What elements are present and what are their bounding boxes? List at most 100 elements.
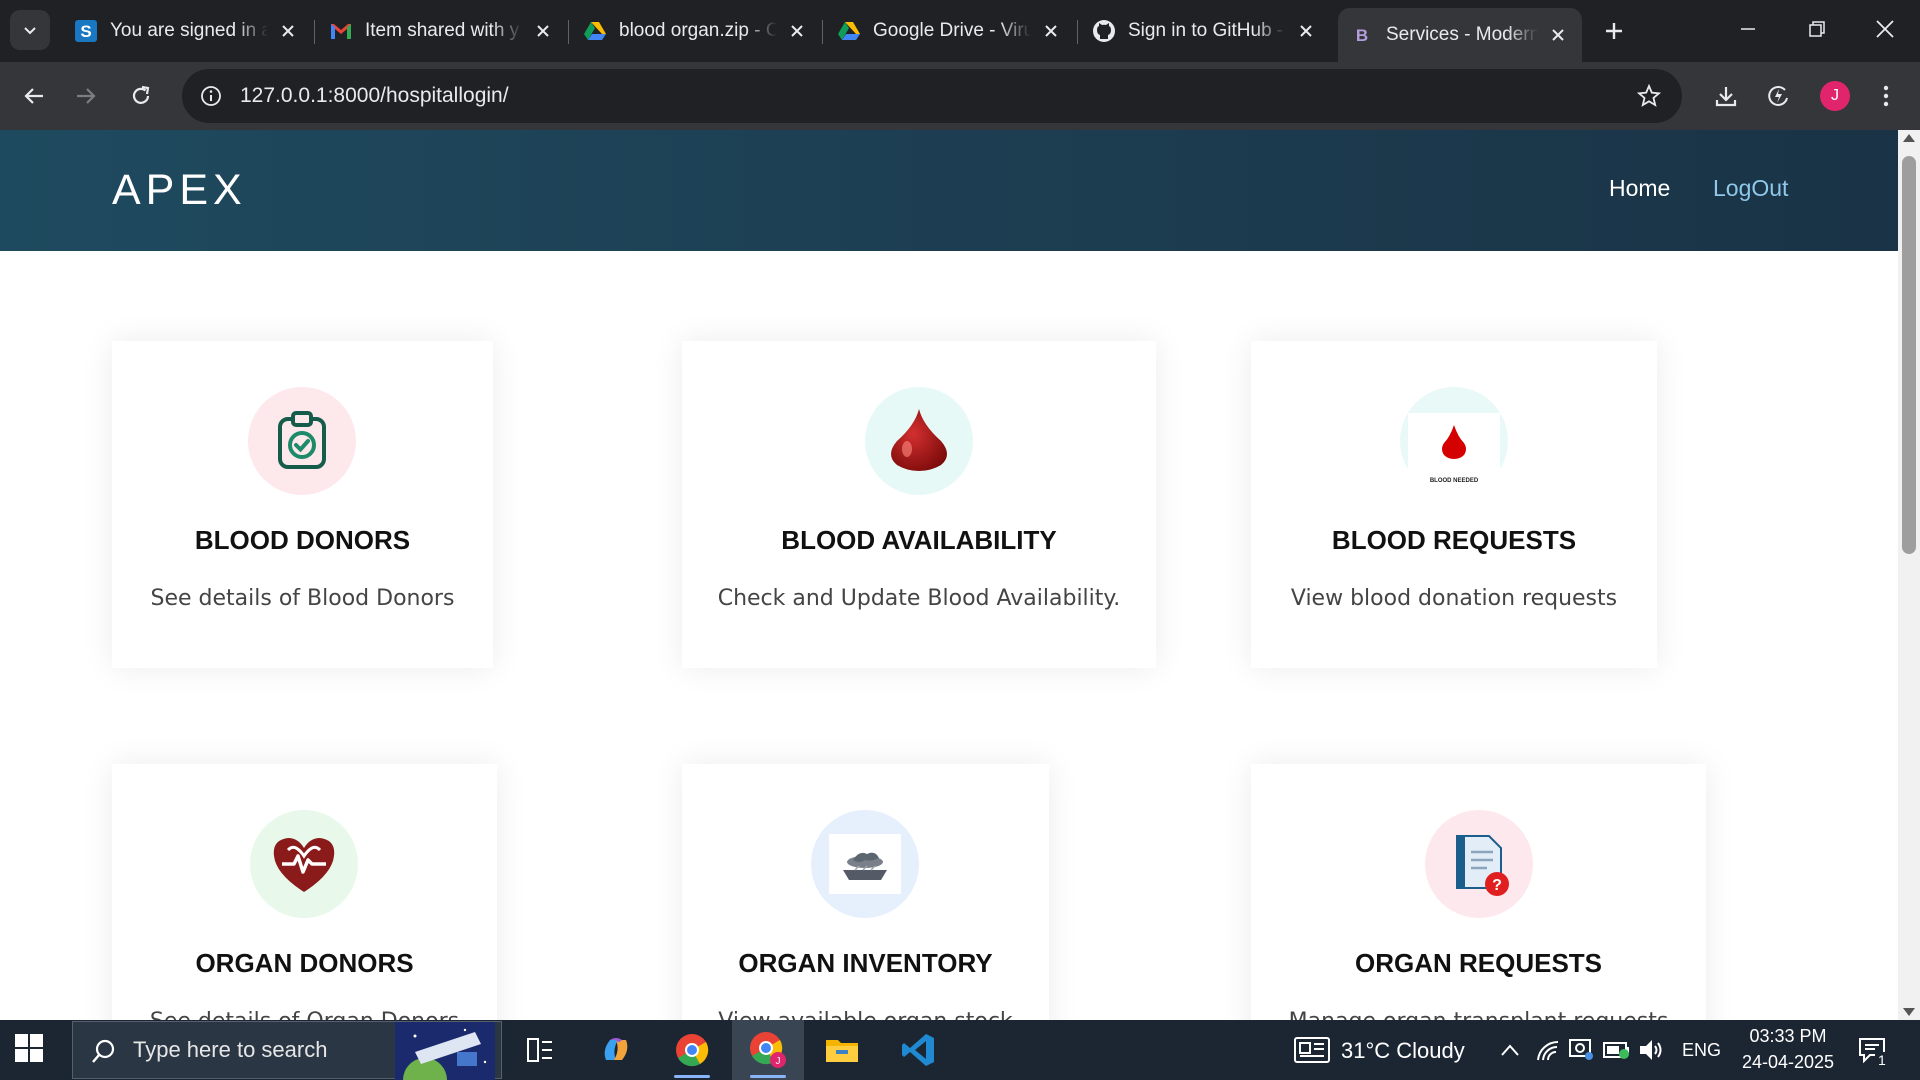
display-icon[interactable]: [1568, 1038, 1594, 1062]
brand-logo[interactable]: APEX: [112, 166, 247, 215]
icon-circle: [250, 810, 358, 918]
service-card-organ-inventory[interactable]: ORGAN INVENTORY View available organ sto…: [682, 764, 1049, 1020]
task-view-icon: [527, 1038, 552, 1062]
network-icon[interactable]: [1536, 1040, 1560, 1062]
service-card-blood-requests[interactable]: BLOOD NEEDED BLOOD REQUESTS View blood d…: [1251, 341, 1657, 668]
icon-circle: ?: [1425, 810, 1533, 918]
back-button[interactable]: [12, 74, 56, 118]
service-card-blood-donors[interactable]: BLOOD DONORS See details of Blood Donors: [112, 341, 493, 668]
clock-date[interactable]: 24-04-2025: [1735, 1052, 1841, 1073]
service-card-blood-availability[interactable]: BLOOD AVAILABILITY Check and Update Bloo…: [682, 341, 1156, 668]
windows-logo-icon: [15, 1034, 43, 1062]
language-indicator[interactable]: ENG: [1682, 1040, 1721, 1061]
copilot-button[interactable]: [580, 1020, 652, 1080]
battery-charging-icon[interactable]: [1602, 1040, 1632, 1060]
browser-tab[interactable]: Item shared with y: [317, 8, 567, 54]
google-drive-icon: [837, 19, 861, 43]
performance-button[interactable]: [1758, 76, 1798, 116]
site-info-icon[interactable]: [196, 81, 226, 111]
close-icon[interactable]: [1039, 19, 1063, 43]
chevron-down-icon: [24, 27, 36, 35]
close-icon[interactable]: [1546, 23, 1570, 47]
tab-title: blood organ.zip - C: [619, 20, 777, 41]
close-window-button[interactable]: [1850, 0, 1920, 58]
browser-toolbar: 127.0.0.1:8000/hospitallogin/ J: [0, 62, 1920, 130]
arrow-right-icon: [77, 88, 96, 104]
bootstrap-b-icon: B: [1350, 23, 1374, 47]
svg-text:J: J: [776, 1056, 781, 1067]
close-icon[interactable]: [531, 19, 555, 43]
chrome-taskbar-button[interactable]: [656, 1020, 728, 1080]
browser-tab[interactable]: Sign in to GitHub -: [1080, 8, 1330, 54]
tab-separator: [568, 20, 569, 44]
vscode-icon: [902, 1034, 934, 1066]
tab-search-button[interactable]: [10, 10, 50, 50]
chrome-profile-icon: J: [750, 1032, 786, 1068]
organ-tray-icon: [843, 852, 887, 880]
weather-news-icon[interactable]: [1294, 1037, 1330, 1063]
service-card-organ-requests[interactable]: ? ORGAN REQUESTS Manage organ transplant…: [1251, 764, 1706, 1020]
blood-needed-caption: BLOOD NEEDED: [1429, 478, 1479, 484]
volume-icon[interactable]: [1638, 1038, 1664, 1062]
downloads-button[interactable]: [1706, 76, 1746, 116]
tab-separator: [314, 20, 315, 44]
service-card-organ-donors[interactable]: ORGAN DONORS See details of Organ Donors: [112, 764, 497, 1020]
notification-count-badge: 1: [1875, 1052, 1889, 1068]
new-tab-button[interactable]: [1597, 14, 1631, 48]
icon-circle: [248, 387, 356, 495]
browser-menu-button[interactable]: [1866, 76, 1906, 116]
page-viewport: APEX Home LogOut BLOOD DONORS See detail…: [0, 130, 1898, 1020]
speedometer-icon: [1768, 85, 1788, 106]
svg-text:S: S: [80, 22, 91, 41]
svg-text:B: B: [1356, 26, 1368, 45]
card-title: BLOOD DONORS: [194, 525, 411, 555]
nav-logout-link[interactable]: LogOut: [1713, 175, 1788, 202]
download-icon: [1715, 87, 1737, 107]
chevron-up-icon[interactable]: [1500, 1043, 1520, 1057]
card-description: See details of Blood Donors: [150, 586, 455, 611]
taskbar-search-box[interactable]: Type here to search: [72, 1021, 502, 1080]
browser-tab[interactable]: Google Drive - Viru: [825, 8, 1075, 54]
document-question-icon: ?: [1456, 835, 1509, 896]
search-icon: [92, 1039, 115, 1063]
card-description: View blood donation requests: [1290, 586, 1618, 611]
card-title: ORGAN DONORS: [195, 948, 414, 978]
reload-button[interactable]: [119, 74, 163, 118]
browser-tab-strip: S You are signed in a Item shared with y…: [0, 0, 1920, 62]
github-icon: [1092, 19, 1116, 43]
minimize-button[interactable]: [1713, 0, 1783, 58]
restore-icon: [1809, 21, 1825, 37]
scroll-down-arrow-icon[interactable]: [1903, 1008, 1915, 1016]
clock-time[interactable]: 03:33 PM: [1745, 1026, 1831, 1047]
minimize-icon: [1741, 28, 1755, 30]
card-title: BLOOD REQUESTS: [1331, 525, 1577, 555]
weather-text[interactable]: 31°C Cloudy: [1341, 1038, 1465, 1064]
profile-avatar[interactable]: J: [1820, 81, 1850, 111]
icon-circle: [811, 810, 919, 918]
vscode-button[interactable]: [882, 1020, 954, 1080]
forward-button[interactable]: [64, 74, 108, 118]
start-button[interactable]: [14, 1033, 50, 1069]
close-icon[interactable]: [785, 19, 809, 43]
browser-tab[interactable]: blood organ.zip - C: [571, 8, 821, 54]
file-explorer-button[interactable]: [806, 1020, 878, 1080]
scrollbar-thumb[interactable]: [1902, 156, 1916, 554]
close-icon[interactable]: [276, 19, 300, 43]
scroll-up-arrow-icon[interactable]: [1903, 134, 1915, 142]
card-description: View available organ stock: [682, 1009, 1049, 1020]
search-highlight-telescope-icon: [395, 1022, 495, 1080]
heart-pulse-icon: [273, 838, 335, 892]
address-bar[interactable]: 127.0.0.1:8000/hospitallogin/: [182, 69, 1682, 123]
bookmark-star-icon[interactable]: [1634, 81, 1664, 111]
nav-home-link[interactable]: Home: [1609, 175, 1670, 202]
browser-tab-active[interactable]: B Services - Modern: [1338, 8, 1582, 62]
kebab-menu-icon: [1883, 85, 1889, 107]
browser-tab[interactable]: S You are signed in a: [62, 8, 312, 54]
close-icon[interactable]: [1294, 19, 1318, 43]
tab-title: Google Drive - Viru: [873, 20, 1031, 41]
icon-circle: [865, 387, 973, 495]
page-scrollbar[interactable]: [1898, 130, 1920, 1020]
task-view-button[interactable]: [504, 1020, 576, 1080]
chrome-profile-taskbar-button[interactable]: J: [732, 1020, 804, 1080]
restore-button[interactable]: [1782, 0, 1852, 58]
